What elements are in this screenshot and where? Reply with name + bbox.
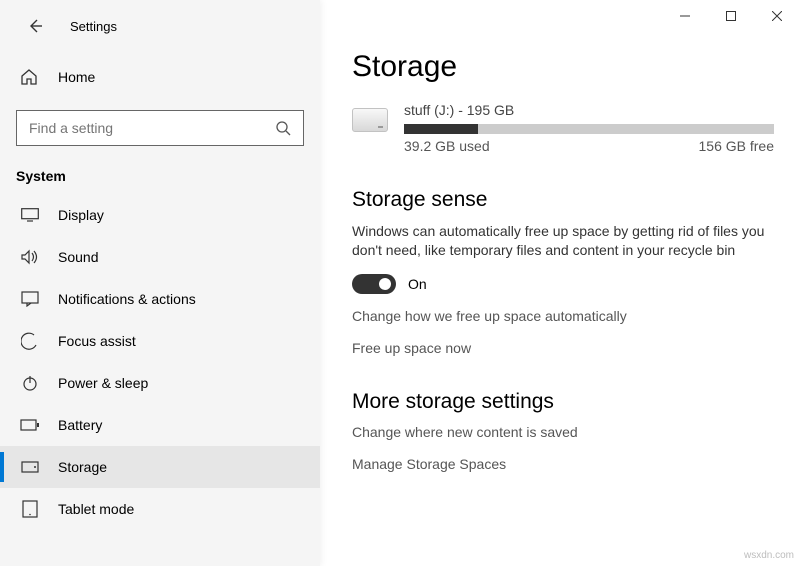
close-icon (772, 11, 782, 21)
sidebar-item-notifications[interactable]: Notifications & actions (0, 278, 320, 320)
nav-list: Display Sound Notifications & actions Fo… (0, 194, 320, 530)
drive-row[interactable]: stuff (J:) - 195 GB 39.2 GB used 156 GB … (352, 102, 774, 154)
window-controls (662, 0, 800, 32)
link-free-up-now[interactable]: Free up space now (352, 340, 774, 356)
home-label: Home (58, 69, 95, 85)
sidebar-item-label: Storage (58, 459, 107, 475)
titlebar-label: Settings (70, 19, 117, 34)
minimize-icon (680, 11, 690, 21)
drive-info: stuff (J:) - 195 GB 39.2 GB used 156 GB … (404, 102, 774, 154)
maximize-button[interactable] (708, 0, 754, 32)
battery-icon (20, 419, 40, 431)
display-icon (20, 208, 40, 222)
search-icon (275, 120, 291, 136)
storage-sense-toggle-row: On (352, 274, 774, 294)
focus-assist-icon (20, 332, 40, 350)
more-storage-heading: More storage settings (352, 390, 774, 414)
tablet-icon (20, 500, 40, 518)
storage-free-label: 156 GB free (699, 138, 775, 154)
sidebar-item-tablet-mode[interactable]: Tablet mode (0, 488, 320, 530)
drive-icon (352, 108, 388, 132)
sidebar-item-sound[interactable]: Sound (0, 236, 320, 278)
sidebar-item-label: Power & sleep (58, 375, 148, 391)
storage-bar-labels: 39.2 GB used 156 GB free (404, 138, 774, 154)
storage-icon (20, 461, 40, 473)
storage-sense-desc: Windows can automatically free up space … (352, 222, 774, 260)
maximize-icon (726, 11, 736, 21)
storage-sense-toggle-label: On (408, 276, 427, 292)
search-box[interactable] (16, 110, 304, 146)
sidebar-item-label: Focus assist (58, 333, 136, 349)
sidebar-item-label: Display (58, 207, 104, 223)
home-button[interactable]: Home (0, 56, 320, 98)
storage-bar-used (404, 124, 478, 134)
power-icon (20, 375, 40, 391)
sidebar-item-label: Tablet mode (58, 501, 134, 517)
link-change-free-up[interactable]: Change how we free up space automaticall… (352, 308, 774, 324)
drive-name: stuff (J:) - 195 GB (404, 102, 774, 118)
storage-bar (404, 124, 774, 134)
storage-sense-toggle[interactable] (352, 274, 396, 294)
sidebar-item-label: Battery (58, 417, 102, 433)
sound-icon (20, 249, 40, 265)
watermark: wsxdn.com (744, 550, 794, 561)
storage-used-label: 39.2 GB used (404, 138, 490, 154)
main-content: Storage stuff (J:) - 195 GB 39.2 GB used… (320, 0, 800, 566)
back-arrow-icon (27, 18, 43, 34)
sidebar-item-power-sleep[interactable]: Power & sleep (0, 362, 320, 404)
search-input[interactable] (29, 120, 275, 136)
home-icon (20, 68, 40, 86)
back-button[interactable] (22, 13, 48, 39)
sidebar-item-label: Sound (58, 249, 98, 265)
close-button[interactable] (754, 0, 800, 32)
sidebar-item-label: Notifications & actions (58, 291, 196, 307)
notifications-icon (20, 291, 40, 307)
link-storage-spaces[interactable]: Manage Storage Spaces (352, 456, 774, 472)
page-title: Storage (352, 50, 774, 84)
sidebar-item-display[interactable]: Display (0, 194, 320, 236)
sidebar-item-battery[interactable]: Battery (0, 404, 320, 446)
sidebar: Settings Home System Display Sound Notif… (0, 0, 320, 566)
link-new-content[interactable]: Change where new content is saved (352, 424, 774, 440)
section-label: System (0, 152, 320, 194)
storage-sense-heading: Storage sense (352, 188, 774, 212)
sidebar-item-storage[interactable]: Storage (0, 446, 320, 488)
titlebar: Settings (0, 8, 320, 44)
minimize-button[interactable] (662, 0, 708, 32)
sidebar-item-focus-assist[interactable]: Focus assist (0, 320, 320, 362)
